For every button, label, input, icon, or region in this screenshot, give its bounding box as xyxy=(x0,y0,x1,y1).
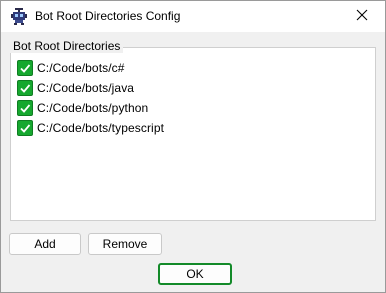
item-checkbox[interactable] xyxy=(17,80,33,96)
list-item[interactable]: C:/Code/bots/python xyxy=(17,98,164,118)
group-title: Bot Root Directories xyxy=(10,39,124,53)
config-dialog: Bot Root Directories Config C:/Code/bots… xyxy=(0,0,386,293)
add-button[interactable]: Add xyxy=(9,233,81,255)
window-title: Bot Root Directories Config xyxy=(35,9,181,23)
item-label: C:/Code/bots/python xyxy=(37,101,149,115)
title-bar: Bot Root Directories Config xyxy=(1,1,385,32)
checkmark-icon xyxy=(20,64,31,73)
item-label: C:/Code/bots/c# xyxy=(37,61,125,75)
list-item[interactable]: C:/Code/bots/typescript xyxy=(17,118,164,138)
item-checkbox[interactable] xyxy=(17,60,33,76)
robot-app-icon xyxy=(11,8,27,25)
item-checkbox[interactable] xyxy=(17,120,33,136)
item-label: C:/Code/bots/java xyxy=(37,81,135,95)
checkmark-icon xyxy=(20,124,31,133)
remove-button[interactable]: Remove xyxy=(88,233,162,255)
close-button[interactable] xyxy=(339,1,385,32)
list-item[interactable]: C:/Code/bots/c# xyxy=(17,58,164,78)
close-icon xyxy=(356,9,368,24)
checkmark-icon xyxy=(20,104,31,113)
checkmark-icon xyxy=(20,84,31,93)
item-checkbox[interactable] xyxy=(17,100,33,116)
directory-list: C:/Code/bots/c# C:/Code/bots/java C:/Cod… xyxy=(17,58,164,138)
item-label: C:/Code/bots/typescript xyxy=(37,121,165,135)
list-item[interactable]: C:/Code/bots/java xyxy=(17,78,164,98)
bot-root-directories-group: C:/Code/bots/c# C:/Code/bots/java C:/Cod… xyxy=(10,47,376,221)
ok-button[interactable]: OK xyxy=(158,263,232,285)
